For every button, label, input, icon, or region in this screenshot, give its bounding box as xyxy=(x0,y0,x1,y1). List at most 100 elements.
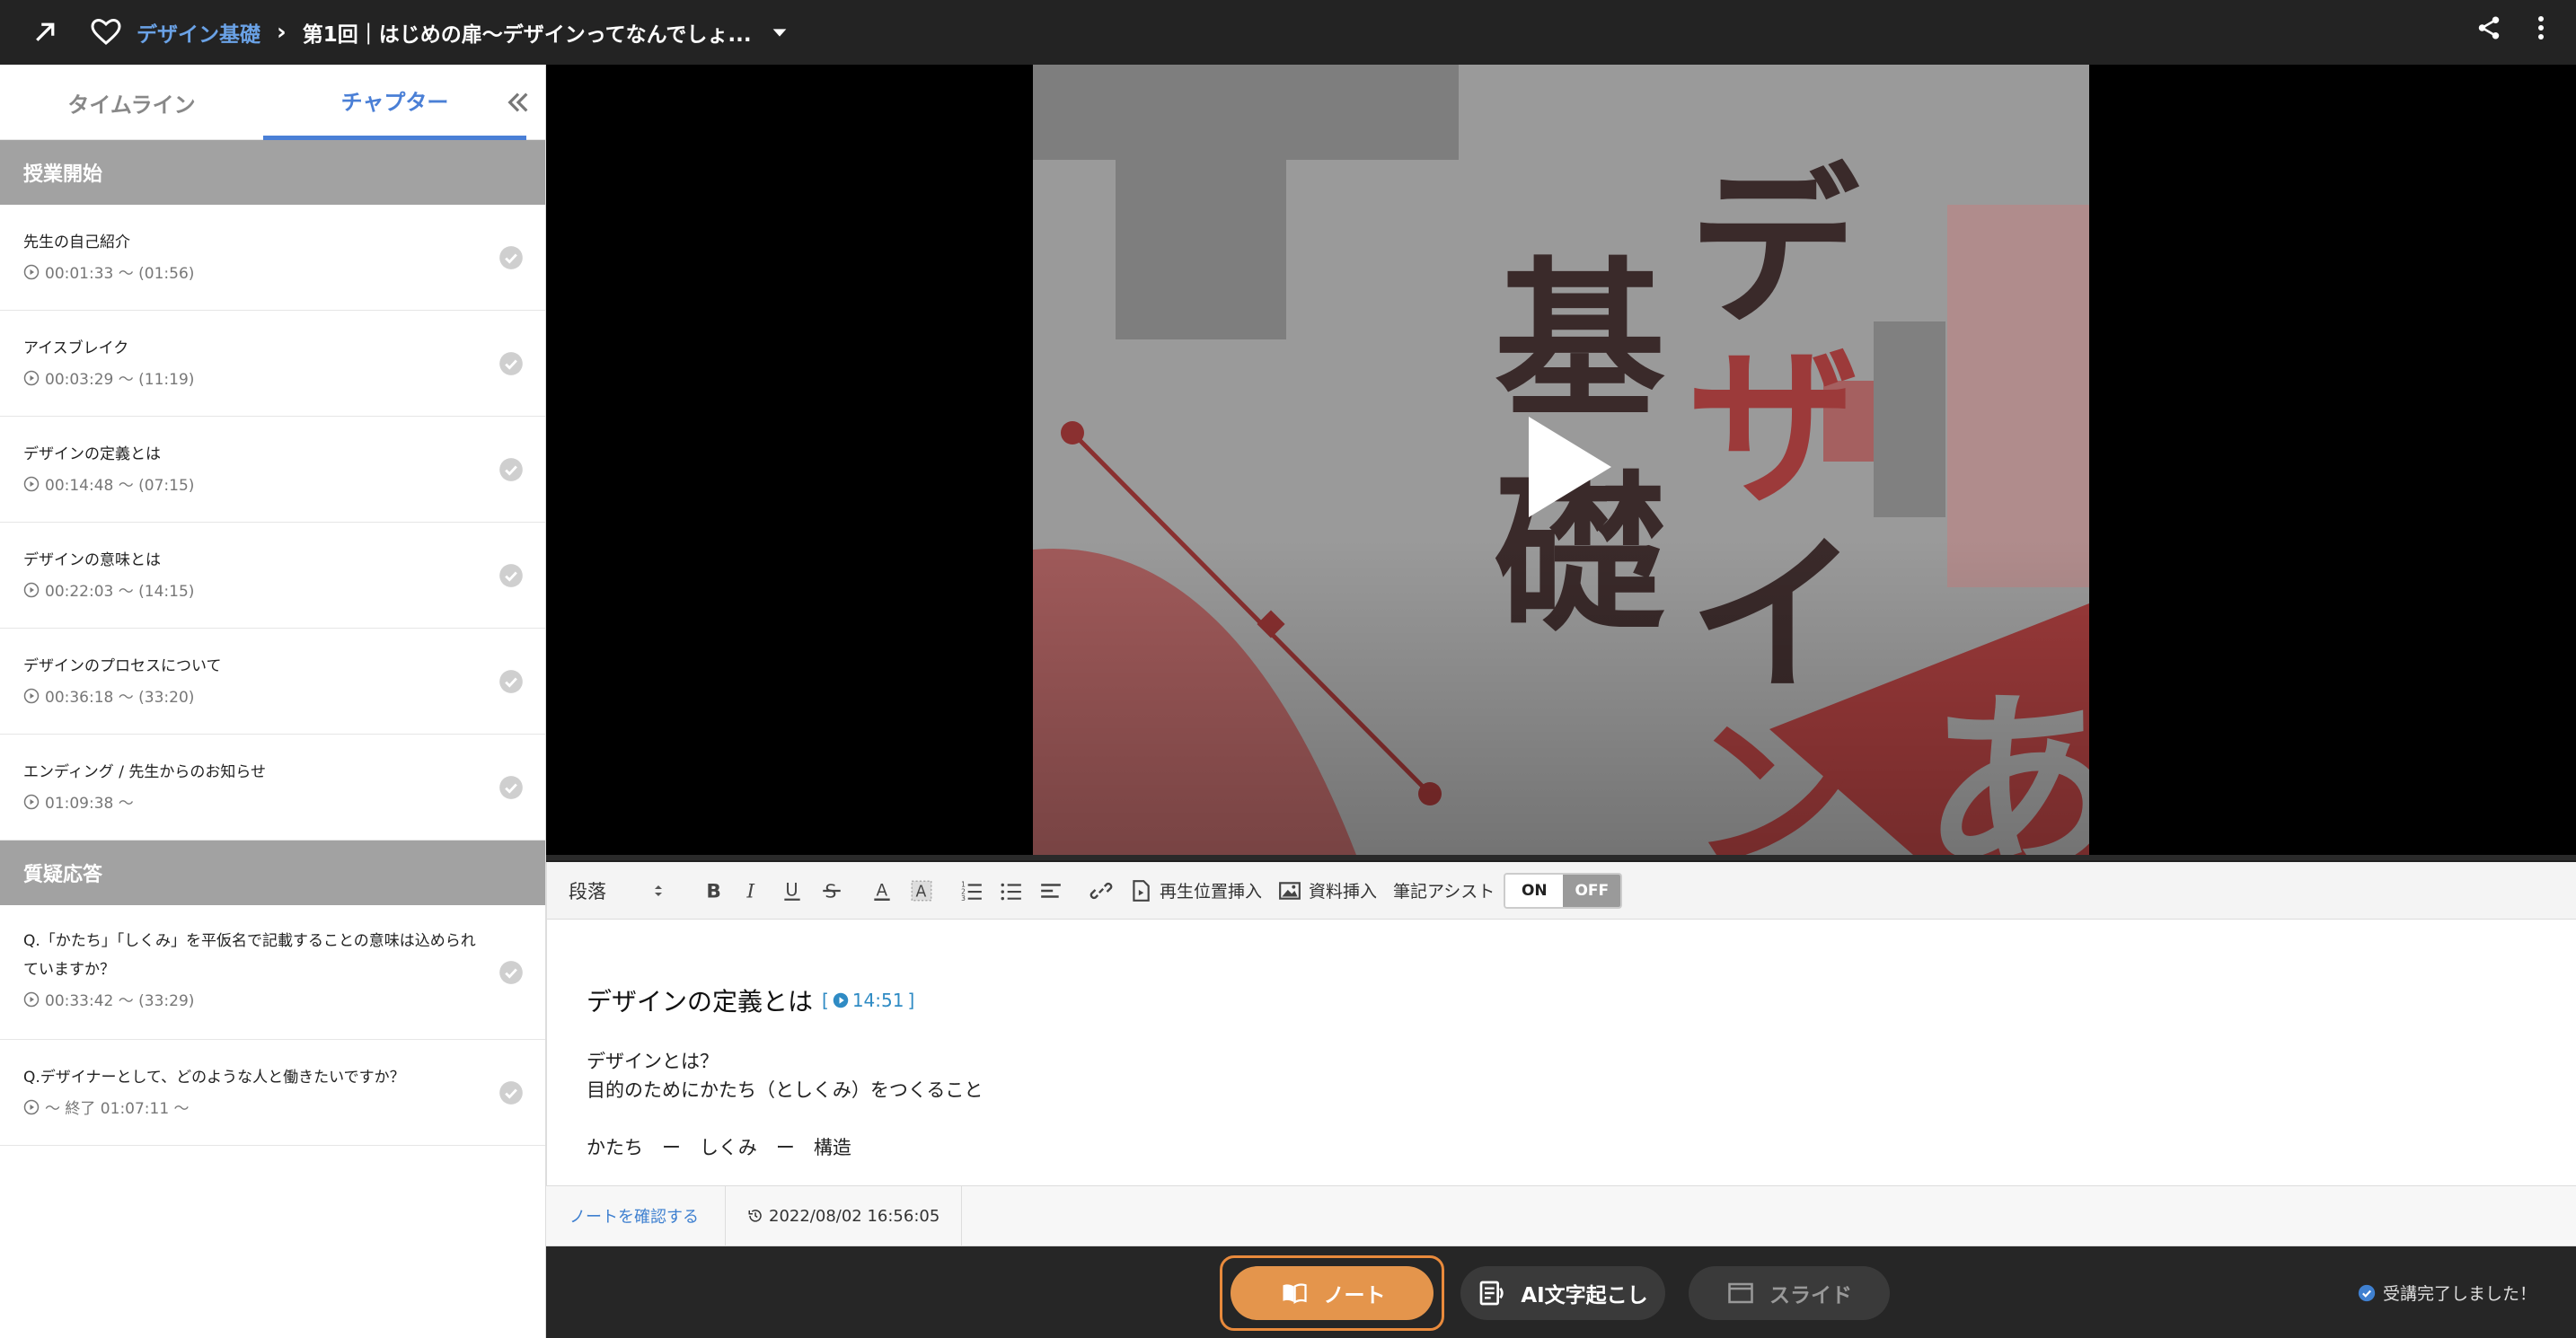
play-circle-icon xyxy=(23,991,40,1007)
check-badge-icon xyxy=(2358,1284,2376,1301)
note-line: かたち ー しくみ ー 構造 xyxy=(587,1137,851,1158)
chapter-time-row: 01:09:38 〜 xyxy=(23,790,522,813)
video-thumbnail: 基 礎 デ ザ イ ン あ xyxy=(1033,65,2089,855)
align-left-icon[interactable] xyxy=(1039,873,1063,909)
svg-text:A: A xyxy=(877,881,888,900)
play-circle-icon xyxy=(23,476,40,491)
chapter-time: 00:22:03 〜 (14:15) xyxy=(45,583,195,601)
saved-time-text: 2022/08/02 16:56:05 xyxy=(769,1206,940,1226)
check-circle-icon xyxy=(499,351,523,375)
book-icon xyxy=(1283,1283,1307,1304)
tab-chapter[interactable]: チャプター xyxy=(263,65,526,140)
chapter-item[interactable]: エンディング / 先生からのお知らせ 01:09:38 〜 xyxy=(0,735,545,841)
chapter-title: Q.デザイナーとして、どのような人と働きたいですか？ xyxy=(23,1069,405,1087)
strikethrough-icon[interactable]: S xyxy=(820,873,843,909)
timestamp-bracket-close: ] xyxy=(907,990,915,1011)
check-circle-icon xyxy=(499,563,523,587)
chapter-time: 00:33:42 〜 (33:29) xyxy=(45,992,195,1010)
video-progress-bar[interactable] xyxy=(546,855,2576,860)
note-content[interactable]: デザインの定義とは [ 14:51 ] デザインとは？ 目的のためにかたち（とし… xyxy=(547,920,2576,1162)
updown-icon xyxy=(655,885,662,896)
chapter-item[interactable]: デザインのプロセスについて 00:36:18 〜 (33:20) xyxy=(0,629,545,735)
chapter-title: アイスブレイク xyxy=(23,339,129,357)
chapter-item[interactable]: デザインの意味とは 00:22:03 〜 (14:15) xyxy=(0,523,545,629)
lesson-title: 第1回｜はじめの扉〜デザインってなんでしょ... xyxy=(302,23,752,47)
underline-icon[interactable]: U xyxy=(781,873,804,909)
chapter-time-row: 00:01:33 〜 (01:56) xyxy=(23,260,522,283)
insert-position-button[interactable]: 再生位置挿入 xyxy=(1129,873,1262,909)
svg-text:B: B xyxy=(706,880,721,902)
italic-icon[interactable]: I xyxy=(741,873,764,909)
svg-text:I: I xyxy=(746,880,755,902)
saved-time: 2022/08/02 16:56:05 xyxy=(726,1186,963,1246)
video-player[interactable]: 基 礎 デ ザ イ ン あ xyxy=(546,65,2576,860)
paragraph-select[interactable]: 段落 xyxy=(569,877,666,904)
chapter-time-row: 〜 終了 01:07:11 〜 xyxy=(23,1096,522,1118)
play-circle-icon xyxy=(23,582,40,597)
sidebar-tabs: タイムライン チャプター xyxy=(0,65,545,140)
play-circle-icon xyxy=(23,688,40,703)
note-line: 目的のためにかたち（としくみ）をつくること xyxy=(587,1079,984,1101)
chapter-item[interactable]: デザインの定義とは 00:14:48 〜 (07:15) xyxy=(0,417,545,523)
slide-button-label: スライド xyxy=(1769,1284,1852,1307)
more-vertical-icon[interactable] xyxy=(2527,14,2554,41)
chevron-down-icon[interactable] xyxy=(770,22,790,42)
editor-toolbar: 段落 B I U S A A 123 再生位置挿入 資料挿入 筆記アシスト ON… xyxy=(547,862,2576,920)
chapter-time: 00:01:33 〜 (01:56) xyxy=(45,265,195,283)
chapter-item[interactable]: Q.「かたち」「しくみ」を平仮名で記載することの意味は込められ ていますか？ 0… xyxy=(0,905,545,1040)
note-heading-text: デザインの定義とは xyxy=(587,987,814,1017)
chapter-item[interactable]: Q.デザイナーとして、どのような人と働きたいですか？ 〜 終了 01:07:11… xyxy=(0,1040,545,1146)
history-icon xyxy=(748,1210,762,1222)
chapter-item[interactable]: アイスブレイク 00:03:29 〜 (11:19) xyxy=(0,311,545,417)
insert-material-label: 資料挿入 xyxy=(1309,882,1378,902)
top-bar: デザイン基礎 › 第1回｜はじめの扉〜デザインってなんでしょ... xyxy=(0,0,2576,65)
chapter-time: 01:09:38 〜 xyxy=(45,795,134,813)
ordered-list-icon[interactable]: 123 xyxy=(960,873,984,909)
tab-timeline[interactable]: タイムライン xyxy=(0,65,263,140)
link-icon[interactable] xyxy=(1090,873,1113,909)
slide-button[interactable]: スライド xyxy=(1689,1266,1890,1320)
insert-material-button[interactable]: 資料挿入 xyxy=(1278,873,1377,909)
slide-icon xyxy=(1728,1282,1753,1304)
chapter-time-row: 00:22:03 〜 (14:15) xyxy=(23,578,522,601)
bold-icon[interactable]: B xyxy=(701,873,725,909)
breadcrumb-separator: › xyxy=(277,19,287,46)
toggle-on[interactable]: ON xyxy=(1505,874,1564,907)
share-icon[interactable] xyxy=(2475,14,2502,41)
timestamp-bracket-open: [ xyxy=(822,990,829,1011)
ai-transcription-button[interactable]: AI文字起こし xyxy=(1460,1266,1665,1320)
toggle-off[interactable]: OFF xyxy=(1563,874,1621,907)
collapse-sidebar-icon[interactable] xyxy=(504,88,533,117)
svg-text:U: U xyxy=(785,879,798,900)
chapter-time: 00:36:18 〜 (33:20) xyxy=(45,689,195,707)
chapter-title: エンディング / 先生からのお知らせ xyxy=(23,763,267,781)
chapter-time: 00:03:29 〜 (11:19) xyxy=(45,371,195,389)
chapter-time: 00:14:48 〜 (07:15) xyxy=(45,477,195,495)
timestamp-link[interactable]: [ 14:51 ] xyxy=(822,990,914,1011)
course-link[interactable]: デザイン基礎 xyxy=(137,17,260,48)
check-note-link[interactable]: ノートを確認する xyxy=(546,1186,726,1246)
chapter-item[interactable]: 先生の自己紹介 00:01:33 〜 (01:56) xyxy=(0,205,545,311)
check-circle-icon xyxy=(499,457,523,481)
chapter-time-row: 00:14:48 〜 (07:15) xyxy=(23,472,522,495)
note-line-empty xyxy=(587,1105,2536,1133)
bullet-list-icon[interactable] xyxy=(1000,873,1023,909)
heart-icon[interactable] xyxy=(88,14,124,50)
highlight-icon[interactable]: A xyxy=(910,873,933,909)
video-frame: 基 礎 デ ザ イ ン あ xyxy=(1033,65,2089,855)
external-link-icon[interactable] xyxy=(29,16,61,48)
check-circle-icon xyxy=(499,669,523,693)
chapter-time: 〜 終了 01:07:11 〜 xyxy=(45,1100,190,1118)
chapter-title: 先生の自己紹介 xyxy=(23,233,130,251)
assist-label: 筆記アシスト xyxy=(1393,882,1495,902)
assist-toggle[interactable]: ON OFF xyxy=(1504,872,1623,909)
text-color-icon[interactable]: A xyxy=(870,873,894,909)
check-circle-icon xyxy=(499,245,523,269)
play-circle-icon xyxy=(23,370,40,385)
paragraph-select-label: 段落 xyxy=(569,880,606,902)
completion-label: 受講完了しました！ xyxy=(2382,1284,2536,1304)
insert-position-label: 再生位置挿入 xyxy=(1160,882,1263,902)
note-button[interactable]: ノート xyxy=(1231,1266,1434,1320)
chapter-title: デザインの意味とは xyxy=(23,551,161,569)
